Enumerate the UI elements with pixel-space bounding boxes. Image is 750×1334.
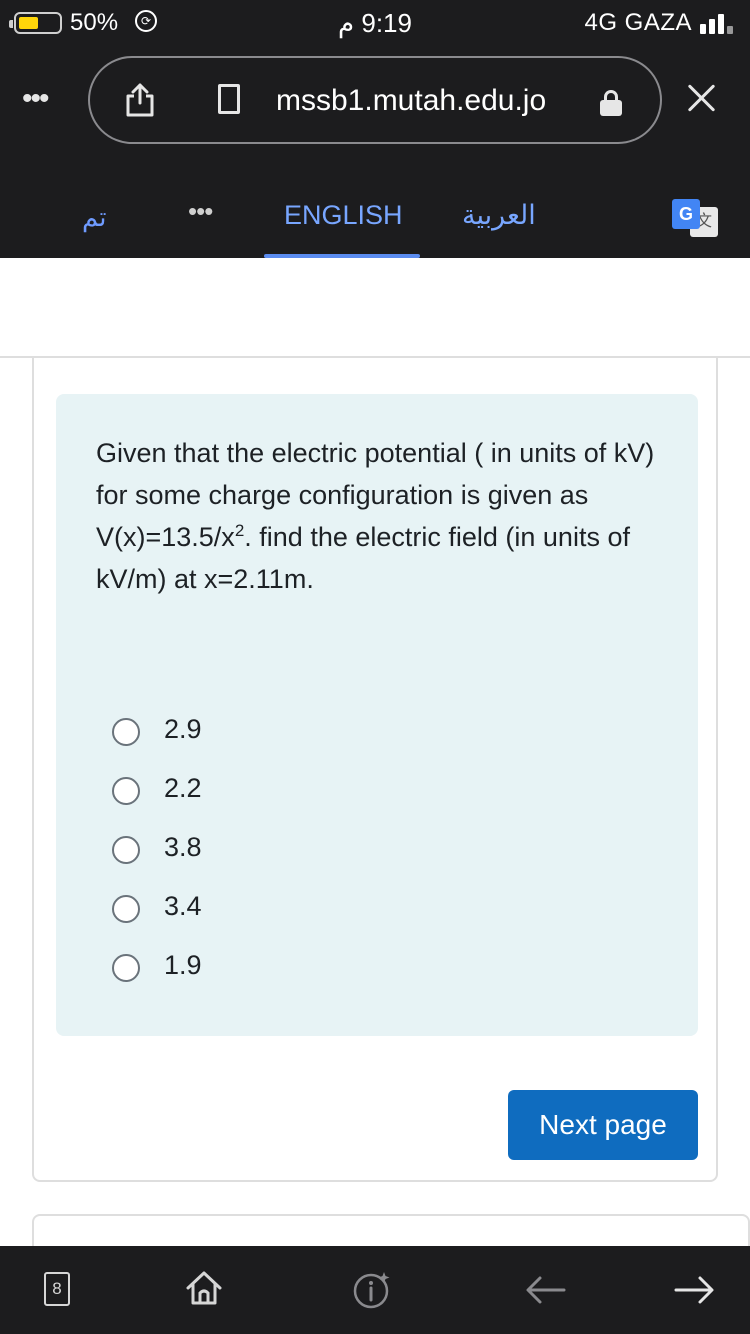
browser-header: ••• mssb1.mutah.edu.jo تم ••• ENGLISH ال…	[0, 44, 750, 258]
answer-label[interactable]: 2.2	[164, 773, 202, 804]
tabs-icon[interactable]: 8	[44, 1272, 70, 1306]
dots-menu-icon[interactable]: •••	[22, 84, 66, 114]
question-text-box: Given that the electric potential ( in u…	[56, 394, 698, 1036]
answer-label[interactable]: 1.9	[164, 950, 202, 981]
url-text[interactable]: mssb1.mutah.edu.jo	[276, 84, 546, 118]
answer-option[interactable]: 2.9	[112, 712, 312, 752]
answer-option[interactable]: 2.2	[112, 771, 312, 811]
share-icon[interactable]	[124, 82, 156, 118]
next-page-button[interactable]: Next page	[508, 1090, 698, 1160]
answer-label[interactable]: 3.8	[164, 832, 202, 863]
radio-button[interactable]	[112, 718, 140, 746]
lock-icon	[600, 90, 622, 116]
radio-button[interactable]	[112, 836, 140, 864]
tab-english[interactable]: ENGLISH	[284, 200, 403, 231]
status-bar: 50% ⟳ 9:19 م 4G GAZA	[0, 0, 750, 44]
network-label: 4G GAZA	[584, 9, 692, 36]
answer-label[interactable]: 2.9	[164, 714, 202, 745]
address-bar[interactable]: mssb1.mutah.edu.jo	[88, 56, 662, 144]
answer-option[interactable]: 3.8	[112, 830, 312, 870]
translate-bar: تم ••• ENGLISH العربية 文 G	[0, 184, 750, 258]
page-header-area	[0, 258, 750, 358]
answer-option[interactable]: 3.4	[112, 889, 312, 929]
signal-icon	[700, 12, 736, 34]
google-translate-icon[interactable]: 文 G	[672, 199, 718, 239]
done-button[interactable]: تم	[82, 202, 107, 233]
tab-arabic[interactable]: العربية	[462, 200, 536, 231]
question-text: Given that the electric potential ( in u…	[96, 438, 655, 594]
bottom-toolbar: 8	[0, 1246, 750, 1334]
bookmark-icon[interactable]	[218, 84, 240, 114]
back-arrow-icon[interactable]	[524, 1274, 568, 1306]
question-card: Given that the electric potential ( in u…	[32, 358, 718, 1182]
forward-arrow-icon[interactable]	[672, 1274, 716, 1306]
home-icon[interactable]	[184, 1268, 224, 1308]
translate-menu-button[interactable]: •••	[188, 196, 213, 227]
answer-label[interactable]: 3.4	[164, 891, 202, 922]
radio-button[interactable]	[112, 954, 140, 982]
answer-option[interactable]: 1.9	[112, 948, 312, 988]
radio-button[interactable]	[112, 895, 140, 923]
info-icon[interactable]	[352, 1270, 392, 1310]
radio-button[interactable]	[112, 777, 140, 805]
close-icon[interactable]	[684, 80, 720, 116]
